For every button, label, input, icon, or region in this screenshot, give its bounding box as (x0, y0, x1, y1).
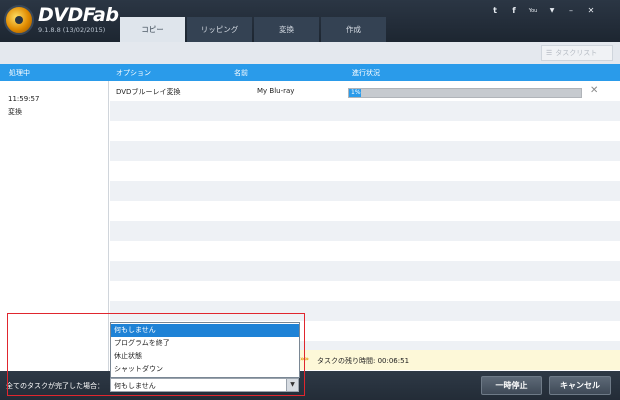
task-table-header: 処理中 オプション 名前 進行状況 (0, 64, 620, 81)
highlight-box (7, 313, 305, 396)
header-processing: 処理中 (9, 69, 30, 77)
pause-button[interactable]: 一時停止 (481, 376, 542, 395)
progress-percent: 1% (351, 89, 361, 96)
empty-row (110, 201, 620, 221)
tasklist-button[interactable]: ☰ タスクリスト (541, 45, 613, 61)
empty-row (110, 221, 620, 241)
title-bar: DVDFab 9.1.8.8 (13/02/2015) コピー リッピング 変換… (0, 0, 620, 42)
list-icon: ☰ (546, 49, 553, 57)
cancel-button[interactable]: キャンセル (549, 376, 611, 395)
youtube-icon[interactable]: You (527, 7, 539, 15)
tasklist-label: タスクリスト (555, 49, 598, 57)
remove-task-icon[interactable]: ✕ (590, 85, 598, 96)
toolbar: ☰ タスクリスト (0, 42, 620, 64)
dvdfab-logo-icon (4, 5, 34, 35)
facebook-icon[interactable]: f (509, 7, 519, 15)
close-icon[interactable]: ✕ (586, 7, 596, 15)
empty-row (110, 161, 620, 181)
tab-copy[interactable]: コピー (120, 17, 185, 42)
tab-ripping[interactable]: リッピング (187, 17, 252, 42)
tab-convert[interactable]: 変換 (254, 17, 319, 42)
task-progress-bar: 1% (348, 88, 582, 98)
empty-row (110, 101, 620, 121)
app-name: DVDFab (38, 4, 119, 26)
minimize-icon[interactable]: – (566, 7, 576, 15)
header-progress: 進行状況 (352, 69, 380, 77)
processing-status: 変換 (8, 108, 22, 116)
processing-time: 11:59:57 (8, 95, 40, 103)
empty-row (110, 181, 620, 201)
tab-create[interactable]: 作成 (321, 17, 386, 42)
task-row[interactable]: DVDブルーレイ変換 My Blu-ray 1% ✕ (110, 81, 620, 101)
empty-row (110, 141, 620, 161)
empty-row (110, 121, 620, 141)
header-name: 名前 (234, 69, 248, 77)
remaining-time-text: タスクの残り時間: 00:06:51 (317, 357, 410, 365)
app-version: 9.1.8.8 (13/02/2015) (38, 26, 106, 34)
empty-row (110, 241, 620, 261)
task-option: DVDブルーレイ変換 (116, 88, 181, 96)
task-name: My Blu-ray (257, 87, 295, 95)
header-option: オプション (116, 69, 151, 77)
empty-row (110, 281, 620, 301)
empty-row (110, 261, 620, 281)
twitter-icon[interactable]: t (490, 7, 500, 15)
menu-icon[interactable]: ▼ (547, 7, 557, 15)
remaining-time-bar: »» タスクの残り時間: 00:06:51 (300, 350, 620, 370)
